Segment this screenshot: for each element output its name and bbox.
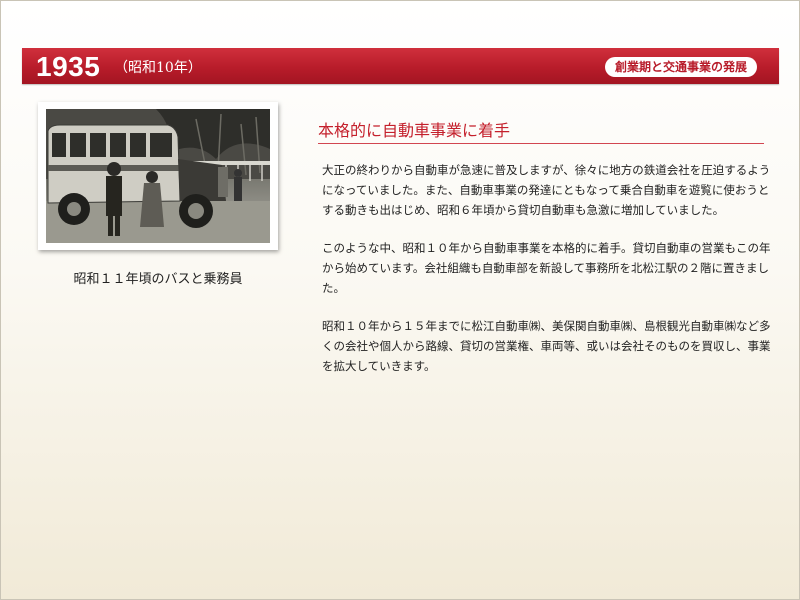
header-bar: 1935 （昭和10年） 創業期と交通事業の発展: [22, 48, 779, 84]
article-title: 本格的に自動車事業に着手: [318, 121, 511, 140]
section-badge: 創業期と交通事業の発展: [604, 57, 757, 77]
paragraph: 昭和１０年から１５年までに松江自動車㈱、美保関自動車㈱、島根観光自動車㈱など多く…: [322, 319, 771, 373]
article-body: 大正の終わりから自動車が急速に普及しますが、徐々に地方の鉄道会社を圧迫するように…: [322, 160, 772, 394]
bus-photo: [46, 109, 270, 243]
photo-frame: [38, 102, 278, 250]
title-divider: [318, 143, 764, 144]
bus-photo-illustration: [46, 109, 270, 243]
paragraph: 大正の終わりから自動車が急速に普及しますが、徐々に地方の鉄道会社を圧迫するように…: [322, 163, 771, 217]
year-heading: 1935: [36, 51, 101, 82]
paragraph: このような中、昭和１０年から自動車事業を本格的に着手。貸切自動車の営業もこの年か…: [322, 241, 771, 295]
photo-caption: 昭和１１年頃のバスと乗務員: [73, 272, 243, 287]
era-label: （昭和10年）: [114, 60, 202, 76]
